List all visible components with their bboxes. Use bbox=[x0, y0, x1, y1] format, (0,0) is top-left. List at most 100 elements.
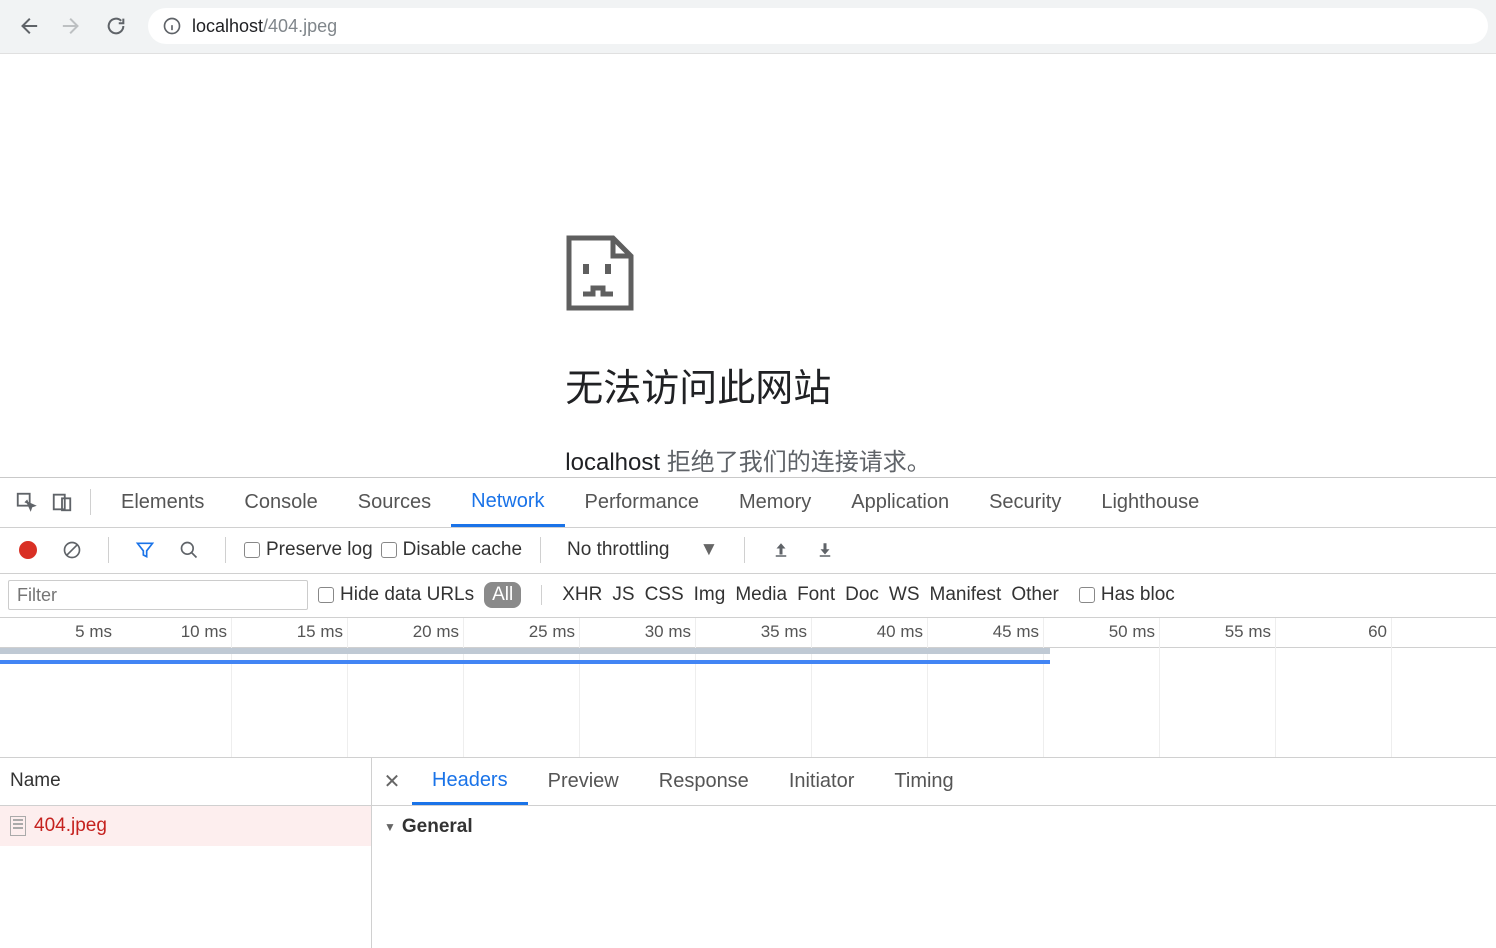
type-filter-media[interactable]: Media bbox=[735, 584, 787, 606]
tab-sources[interactable]: Sources bbox=[338, 478, 451, 527]
detail-tab-initiator[interactable]: Initiator bbox=[769, 758, 875, 805]
timeline-tick: 25 ms bbox=[464, 618, 580, 758]
disable-cache-checkbox[interactable]: Disable cache bbox=[381, 539, 522, 561]
request-row[interactable]: 404.jpeg bbox=[0, 806, 371, 846]
separator bbox=[541, 585, 542, 605]
device-toggle-button[interactable] bbox=[44, 484, 80, 520]
detail-tab-preview[interactable]: Preview bbox=[528, 758, 639, 805]
preserve-log-label: Preserve log bbox=[266, 539, 373, 561]
record-icon bbox=[19, 541, 37, 559]
site-info-icon[interactable] bbox=[162, 16, 182, 36]
import-har-button[interactable] bbox=[763, 532, 799, 568]
timeline-tick: 55 ms bbox=[1160, 618, 1276, 758]
error-title: 无法访问此网站 bbox=[565, 357, 930, 412]
has-blocked-checkbox[interactable]: Has bloc bbox=[1079, 584, 1175, 606]
throttling-select[interactable]: No throttling ▼ bbox=[559, 537, 726, 563]
address-bar[interactable]: localhost/404.jpeg bbox=[148, 8, 1488, 44]
tab-network[interactable]: Network bbox=[451, 478, 564, 527]
filter-toggle-button[interactable] bbox=[127, 532, 163, 568]
type-filter-img[interactable]: Img bbox=[694, 584, 726, 606]
tab-lighthouse[interactable]: Lighthouse bbox=[1081, 478, 1219, 527]
separator bbox=[744, 537, 745, 563]
detail-tab-timing[interactable]: Timing bbox=[874, 758, 973, 805]
url-text: localhost/404.jpeg bbox=[192, 16, 337, 37]
close-icon: ✕ bbox=[384, 769, 401, 794]
chevron-down-icon: ▼ bbox=[384, 820, 396, 834]
inspect-element-button[interactable] bbox=[8, 484, 44, 520]
has-blocked-label: Has bloc bbox=[1101, 584, 1175, 606]
network-timeline[interactable]: 5 ms 10 ms 15 ms 20 ms 25 ms 30 ms 35 ms… bbox=[0, 618, 1496, 758]
devtools-panel: Elements Console Sources Network Perform… bbox=[0, 477, 1496, 948]
timeline-tick: 40 ms bbox=[812, 618, 928, 758]
type-filter-ws[interactable]: WS bbox=[889, 584, 920, 606]
timeline-tick: 50 ms bbox=[1044, 618, 1160, 758]
search-button[interactable] bbox=[171, 532, 207, 568]
request-list-header-name[interactable]: Name bbox=[0, 758, 371, 806]
tab-performance[interactable]: Performance bbox=[565, 478, 720, 527]
separator bbox=[225, 537, 226, 563]
funnel-icon bbox=[135, 540, 155, 560]
search-icon bbox=[179, 540, 199, 560]
type-filter-all[interactable]: All bbox=[484, 582, 521, 608]
timeline-tick: 30 ms bbox=[580, 618, 696, 758]
error-panel: 无法访问此网站 localhost 拒绝了我们的连接请求。 bbox=[565, 234, 930, 477]
sad-page-icon bbox=[565, 234, 635, 312]
hide-data-urls-label: Hide data URLs bbox=[340, 584, 474, 606]
back-button[interactable] bbox=[8, 6, 48, 46]
timeline-tick: 5 ms bbox=[0, 618, 116, 758]
tab-application[interactable]: Application bbox=[831, 478, 969, 527]
browser-toolbar: localhost/404.jpeg bbox=[0, 0, 1496, 54]
timeline-request-bar bbox=[0, 660, 1050, 664]
type-filter-css[interactable]: CSS bbox=[645, 584, 684, 606]
request-detail-pane: ✕ Headers Preview Response Initiator Tim… bbox=[372, 758, 1496, 948]
detail-tab-headers[interactable]: Headers bbox=[412, 758, 528, 805]
detail-tabs: ✕ Headers Preview Response Initiator Tim… bbox=[372, 758, 1496, 806]
reload-icon bbox=[105, 15, 127, 37]
preserve-log-checkbox[interactable]: Preserve log bbox=[244, 539, 373, 561]
tab-security[interactable]: Security bbox=[969, 478, 1081, 527]
tab-memory[interactable]: Memory bbox=[719, 478, 831, 527]
network-toolbar: Preserve log Disable cache No throttling… bbox=[0, 528, 1496, 574]
clear-icon bbox=[62, 540, 82, 560]
reload-button[interactable] bbox=[96, 6, 136, 46]
download-icon bbox=[816, 541, 834, 559]
type-filter-doc[interactable]: Doc bbox=[845, 584, 879, 606]
file-icon bbox=[10, 816, 26, 836]
type-filter-js[interactable]: JS bbox=[612, 584, 634, 606]
filter-row: Hide data URLs All XHR JS CSS Img Media … bbox=[0, 574, 1496, 618]
timeline-tick: 15 ms bbox=[232, 618, 348, 758]
detail-body: ▼ General bbox=[372, 806, 1496, 848]
request-list: Name 404.jpeg bbox=[0, 758, 372, 948]
upload-icon bbox=[772, 541, 790, 559]
network-detail-split: Name 404.jpeg ✕ Headers Preview Response… bbox=[0, 758, 1496, 948]
general-section-toggle[interactable]: ▼ General bbox=[384, 816, 1484, 838]
disable-cache-label: Disable cache bbox=[403, 539, 522, 561]
page-viewport: 无法访问此网站 localhost 拒绝了我们的连接请求。 bbox=[0, 54, 1496, 477]
timeline-tick: 20 ms bbox=[348, 618, 464, 758]
type-filter-other[interactable]: Other bbox=[1011, 584, 1059, 606]
inspect-icon bbox=[15, 491, 37, 513]
timeline-tick: 35 ms bbox=[696, 618, 812, 758]
timeline-selection[interactable] bbox=[0, 648, 1050, 654]
timeline-tick: 10 ms bbox=[116, 618, 232, 758]
timeline-tick: 60 bbox=[1276, 618, 1392, 758]
type-filter-font[interactable]: Font bbox=[797, 584, 835, 606]
separator bbox=[108, 537, 109, 563]
clear-button[interactable] bbox=[54, 532, 90, 568]
hide-data-urls-checkbox[interactable]: Hide data URLs bbox=[318, 584, 474, 606]
record-button[interactable] bbox=[10, 532, 46, 568]
timeline-tick: 45 ms bbox=[928, 618, 1044, 758]
forward-button[interactable] bbox=[52, 6, 92, 46]
devtools-tabs: Elements Console Sources Network Perform… bbox=[0, 478, 1496, 528]
separator bbox=[540, 537, 541, 563]
checkbox-icon bbox=[381, 542, 397, 558]
export-har-button[interactable] bbox=[807, 532, 843, 568]
detail-tab-response[interactable]: Response bbox=[639, 758, 769, 805]
type-filter-manifest[interactable]: Manifest bbox=[930, 584, 1002, 606]
tab-console[interactable]: Console bbox=[224, 478, 337, 527]
filter-input[interactable] bbox=[8, 580, 308, 610]
close-detail-button[interactable]: ✕ bbox=[372, 769, 412, 794]
error-message: localhost 拒绝了我们的连接请求。 bbox=[565, 442, 930, 477]
type-filter-xhr[interactable]: XHR bbox=[562, 584, 602, 606]
tab-elements[interactable]: Elements bbox=[101, 478, 224, 527]
